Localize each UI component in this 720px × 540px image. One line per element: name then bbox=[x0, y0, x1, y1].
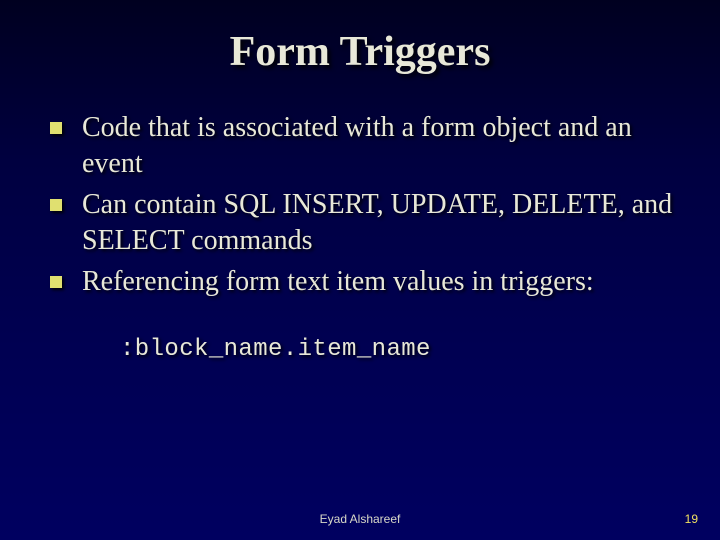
square-bullet-icon bbox=[50, 199, 62, 211]
bullet-item: Can contain SQL INSERT, UPDATE, DELETE, … bbox=[50, 187, 680, 260]
footer-page-number: 19 bbox=[685, 512, 698, 526]
bullet-text: Can contain SQL INSERT, UPDATE, DELETE, … bbox=[82, 189, 672, 256]
square-bullet-icon bbox=[50, 276, 62, 288]
slide-title: Form Triggers bbox=[40, 28, 680, 76]
footer-author: Eyad Alshareef bbox=[0, 512, 720, 526]
code-reference: :block_name.item_name bbox=[120, 336, 680, 363]
square-bullet-icon bbox=[50, 122, 62, 134]
bullet-item: Referencing form text item values in tri… bbox=[50, 264, 680, 300]
slide-container: Form Triggers Code that is associated wi… bbox=[0, 0, 720, 540]
bullet-list: Code that is associated with a form obje… bbox=[40, 110, 680, 300]
bullet-item: Code that is associated with a form obje… bbox=[50, 110, 680, 183]
bullet-text: Code that is associated with a form obje… bbox=[82, 112, 632, 179]
bullet-text: Referencing form text item values in tri… bbox=[82, 266, 594, 297]
